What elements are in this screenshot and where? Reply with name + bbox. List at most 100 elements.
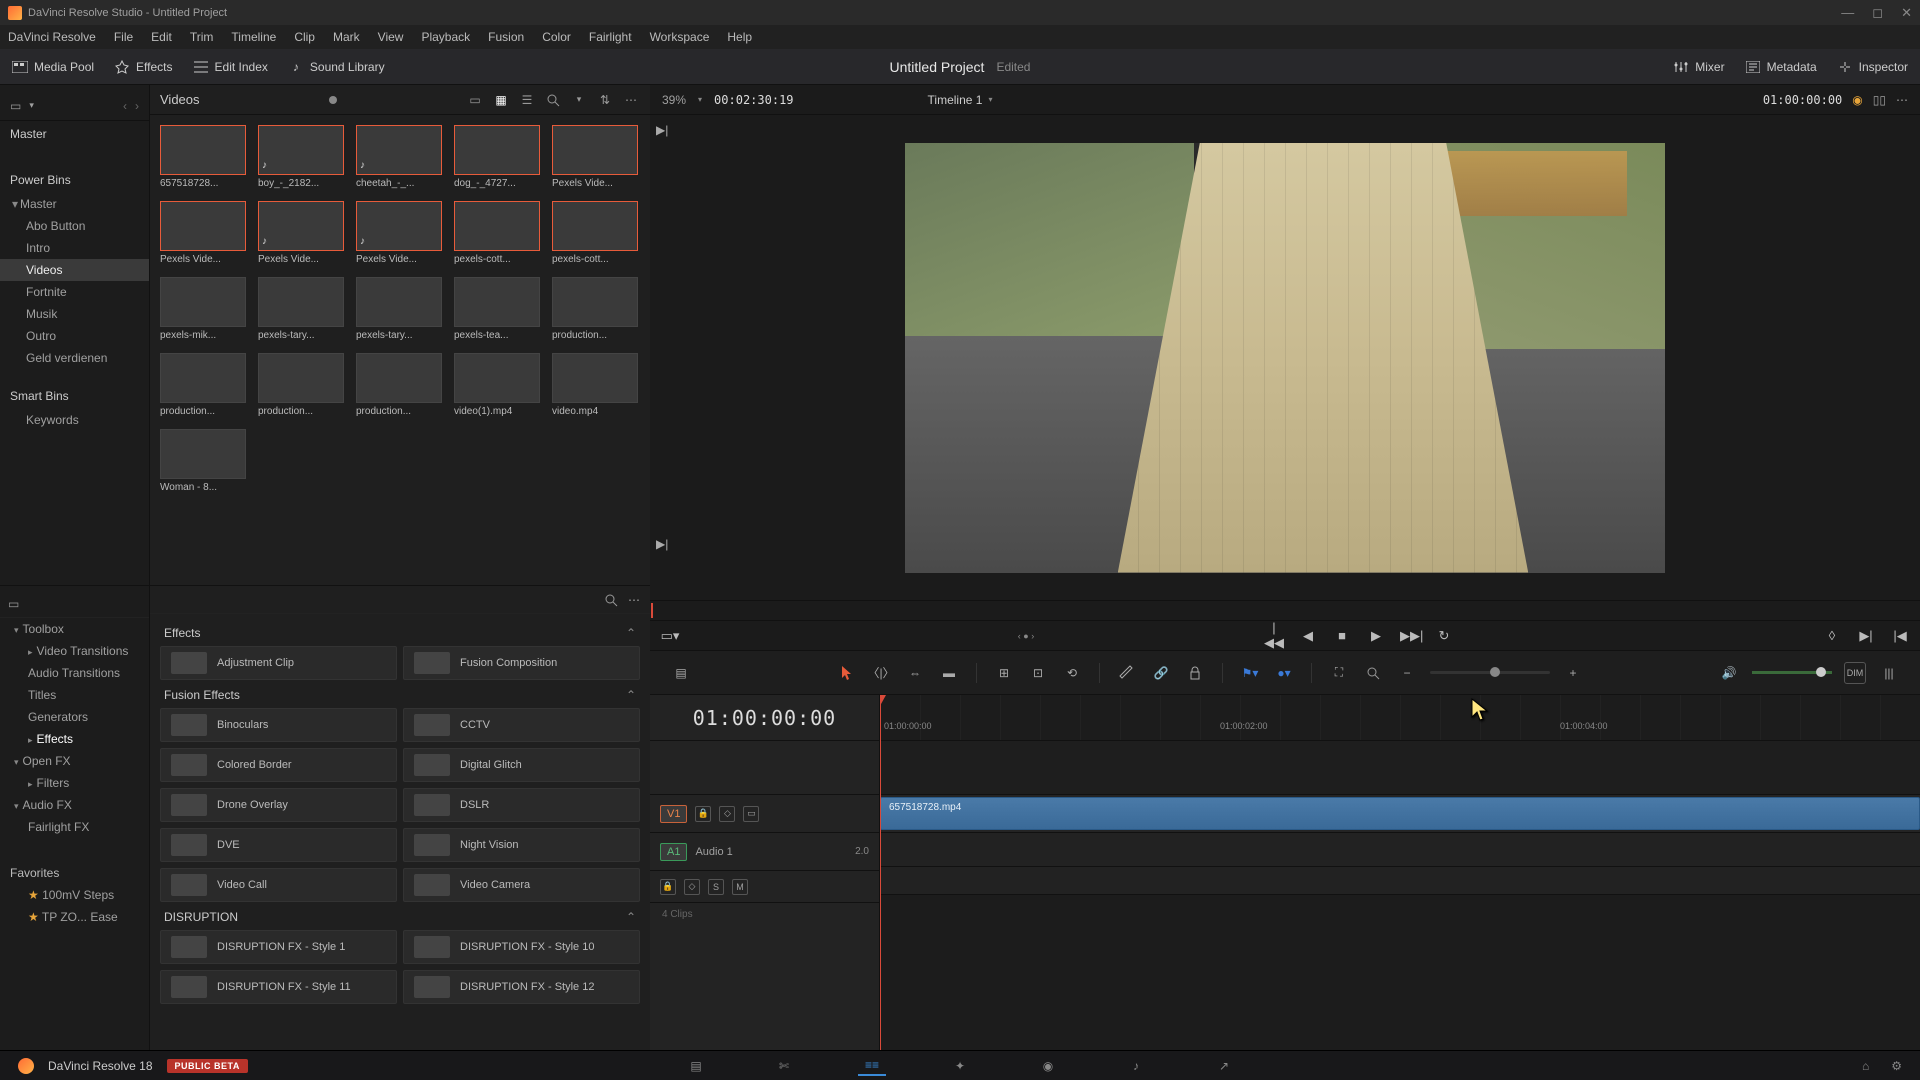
chevron-down-icon[interactable]: ▾ — [988, 95, 992, 104]
menu-trim[interactable]: Trim — [190, 30, 214, 44]
loop-icon[interactable]: ↻ — [1434, 628, 1454, 644]
clip-item[interactable]: Pexels Vide... — [552, 125, 638, 189]
clip-item[interactable]: pexels-tary... — [356, 277, 442, 341]
effect-card[interactable]: Drone Overlay — [160, 788, 397, 822]
clip-item[interactable]: pexels-mik... — [160, 277, 246, 341]
mute-icon[interactable]: M — [732, 879, 748, 895]
clip-item[interactable]: 657518728... — [160, 125, 246, 189]
lock-track-icon[interactable]: 🔒 — [695, 806, 711, 822]
titles[interactable]: Titles — [0, 684, 149, 706]
play-icon[interactable]: ▶ — [1366, 628, 1386, 644]
marker-icon[interactable]: ●▾ — [1273, 662, 1295, 684]
viewer[interactable]: ▶| ▶| — [650, 115, 1920, 600]
a1-track[interactable] — [880, 833, 1920, 867]
collapse-icon[interactable]: ⌃ — [626, 688, 636, 702]
effects-button[interactable]: Effects — [114, 60, 172, 74]
sort-icon[interactable]: ⇅ — [596, 91, 614, 109]
search-icon[interactable] — [604, 593, 618, 607]
collapse-icon[interactable]: ⌃ — [626, 910, 636, 924]
smart-keywords[interactable]: Keywords — [0, 409, 149, 431]
bin-fortnite[interactable]: Fortnite — [0, 281, 149, 303]
bin-outro[interactable]: Outro — [0, 325, 149, 347]
timeline-view-icon[interactable]: ▤ — [670, 662, 692, 684]
clip-item[interactable]: Woman - 8... — [160, 429, 246, 493]
auto-select-icon[interactable]: ◇ — [719, 806, 735, 822]
nav-fwd-icon[interactable]: › — [135, 99, 139, 113]
clip-item[interactable]: pexels-cott... — [454, 201, 540, 265]
collapse-icon[interactable]: ⌃ — [626, 626, 636, 640]
bypass-icon[interactable]: ◉ — [1852, 93, 1862, 107]
menu-davinci[interactable]: DaVinci Resolve — [8, 30, 96, 44]
clip-item[interactable]: ♪Pexels Vide... — [258, 201, 344, 265]
audio-transitions[interactable]: Audio Transitions — [0, 662, 149, 684]
effect-card[interactable]: Digital Glitch — [403, 748, 640, 782]
menu-edit[interactable]: Edit — [151, 30, 172, 44]
timeline-tracks[interactable]: 01:00:00:00 01:00:02:00 01:00:04:00 6575… — [880, 695, 1920, 1050]
arm-icon[interactable]: ◇ — [684, 879, 700, 895]
effect-card[interactable]: Night Vision — [403, 828, 640, 862]
blade-tool-icon[interactable]: ▬ — [938, 662, 960, 684]
adjustment-clip[interactable]: Adjustment Clip — [160, 646, 397, 680]
menu-workspace[interactable]: Workspace — [650, 30, 710, 44]
menu-fusion[interactable]: Fusion — [488, 30, 524, 44]
power-master[interactable]: ▾Master — [0, 193, 149, 215]
openfx-node[interactable]: Open FX — [0, 750, 149, 772]
menu-help[interactable]: Help — [727, 30, 752, 44]
zoom-slider[interactable] — [1430, 671, 1550, 674]
effect-card[interactable]: DISRUPTION FX - Style 11 — [160, 970, 397, 1004]
edit-index-button[interactable]: Edit Index — [193, 60, 268, 74]
sound-library-button[interactable]: ♪ Sound Library — [288, 60, 385, 74]
replace-icon[interactable]: ⟲ — [1061, 662, 1083, 684]
effect-card[interactable]: Video Call — [160, 868, 397, 902]
thumb-view-icon[interactable]: ▦ — [492, 91, 510, 109]
menu-playback[interactable]: Playback — [421, 30, 470, 44]
clip-item[interactable]: pexels-tary... — [258, 277, 344, 341]
clip-item[interactable]: video(1).mp4 — [454, 353, 540, 417]
last-frame-icon[interactable]: ▶▶| — [1400, 628, 1420, 644]
home-icon[interactable]: ⌂ — [1862, 1059, 1869, 1073]
clip-item[interactable]: pexels-tea... — [454, 277, 540, 341]
clip-item[interactable]: ♪cheetah_-_... — [356, 125, 442, 189]
blade-icon[interactable] — [1116, 662, 1138, 684]
fx-view-icon[interactable]: ▭ — [8, 597, 19, 611]
mini-playhead[interactable] — [651, 603, 653, 618]
clip-item[interactable]: Pexels Vide... — [160, 201, 246, 265]
bin-geld[interactable]: Geld verdienen — [0, 347, 149, 369]
filters-node[interactable]: Filters — [0, 772, 149, 794]
menu-color[interactable]: Color — [542, 30, 571, 44]
dim-button[interactable]: DIM — [1844, 662, 1866, 684]
a1-header[interactable]: A1 Audio 1 2.0 — [650, 833, 879, 871]
volume-slider[interactable] — [1752, 671, 1832, 674]
toolbox-node[interactable]: Toolbox — [0, 618, 149, 640]
meter-icon[interactable]: ||| — [1878, 662, 1900, 684]
bin-intro[interactable]: Intro — [0, 237, 149, 259]
volume-icon[interactable]: 🔊 — [1718, 662, 1740, 684]
audiofx-node[interactable]: Audio FX — [0, 794, 149, 816]
bin-musik[interactable]: Musik — [0, 303, 149, 325]
metadata-button[interactable]: Metadata — [1745, 60, 1817, 74]
video-transitions[interactable]: Video Transitions — [0, 640, 149, 662]
match-frame-icon[interactable]: ◊ — [1822, 628, 1842, 643]
viewer-zoom[interactable]: 39% — [662, 93, 686, 107]
maximize-icon[interactable]: ◻ — [1872, 5, 1883, 21]
menu-file[interactable]: File — [114, 30, 133, 44]
more-icon[interactable]: ⋯ — [1896, 93, 1908, 107]
prev-edit-icon[interactable]: ▶| — [656, 537, 668, 551]
effect-card[interactable]: Video Camera — [403, 868, 640, 902]
timeline-name[interactable]: Timeline 1 — [928, 93, 983, 107]
fav-100mv[interactable]: ★ 100mV Steps — [0, 884, 149, 906]
timeline-ruler[interactable]: 01:00:00:00 01:00:02:00 01:00:04:00 — [880, 695, 1920, 741]
next-edit-icon[interactable]: ▶| — [656, 123, 668, 137]
effect-card[interactable]: DISRUPTION FX - Style 12 — [403, 970, 640, 1004]
clip-item[interactable]: video.mp4 — [552, 353, 638, 417]
menu-timeline[interactable]: Timeline — [231, 30, 276, 44]
stop-icon[interactable]: ■ — [1332, 628, 1352, 643]
edit-page-icon[interactable]: ≡≡ — [858, 1056, 886, 1076]
playhead[interactable] — [880, 695, 881, 1050]
v1-track[interactable]: 657518728.mp4 — [880, 795, 1920, 833]
solo-icon[interactable]: S — [708, 879, 724, 895]
more-icon[interactable]: ⋯ — [628, 593, 640, 607]
generators[interactable]: Generators — [0, 706, 149, 728]
effect-card[interactable]: Binoculars — [160, 708, 397, 742]
effect-card[interactable]: CCTV — [403, 708, 640, 742]
